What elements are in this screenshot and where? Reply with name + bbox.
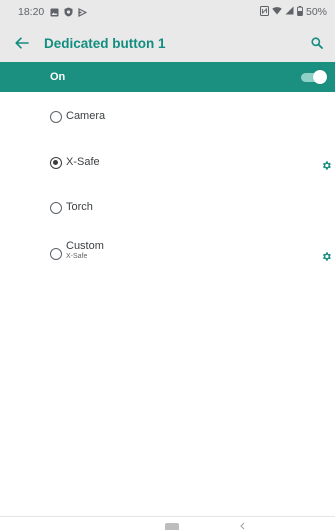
chevron-left-icon — [240, 522, 245, 530]
battery-percent: 50% — [305, 6, 327, 18]
toggle-thumb — [313, 70, 327, 84]
play-icon — [78, 7, 88, 17]
shield-icon — [64, 7, 73, 17]
back-button[interactable] — [0, 24, 44, 62]
battery-icon — [297, 5, 303, 19]
x-safe-settings-button[interactable] — [321, 158, 332, 170]
app-bar: Dedicated button 1 — [0, 24, 335, 62]
status-bar: 18:20 50% — [0, 0, 335, 24]
option-x-safe-label: X-Safe — [66, 156, 100, 168]
nfc-icon — [259, 5, 269, 19]
search-button[interactable] — [299, 24, 335, 62]
option-custom-label: Custom — [66, 240, 104, 252]
option-camera-label: Camera — [66, 110, 106, 122]
home-button[interactable] — [165, 523, 179, 530]
navigation-bar — [0, 516, 335, 530]
option-camera[interactable]: Camera — [0, 97, 335, 137]
master-switch-bar[interactable]: On — [0, 62, 335, 92]
radio-x-safe[interactable] — [50, 157, 62, 169]
search-icon — [311, 37, 323, 49]
option-torch[interactable]: Torch — [0, 188, 335, 228]
gallery-icon — [50, 8, 59, 17]
option-custom-sublabel: X-Safe — [66, 253, 88, 260]
status-time: 18:20 — [18, 6, 45, 18]
page-title: Dedicated button 1 — [44, 35, 166, 51]
wifi-icon — [272, 6, 282, 18]
nav-back-button[interactable] — [239, 517, 246, 530]
radio-custom[interactable] — [50, 248, 62, 260]
radio-torch[interactable] — [50, 202, 62, 214]
radio-camera[interactable] — [50, 111, 62, 123]
option-x-safe[interactable]: X-Safe — [0, 143, 335, 183]
arrow-back-icon — [15, 37, 29, 49]
gear-icon — [322, 161, 331, 170]
master-switch-toggle[interactable] — [299, 70, 327, 84]
signal-icon — [285, 6, 294, 18]
gear-icon — [322, 252, 331, 261]
option-torch-label: Torch — [66, 201, 93, 213]
option-custom[interactable]: Custom X-Safe — [0, 234, 335, 274]
custom-settings-button[interactable] — [321, 249, 332, 261]
master-switch-label: On — [50, 71, 66, 83]
